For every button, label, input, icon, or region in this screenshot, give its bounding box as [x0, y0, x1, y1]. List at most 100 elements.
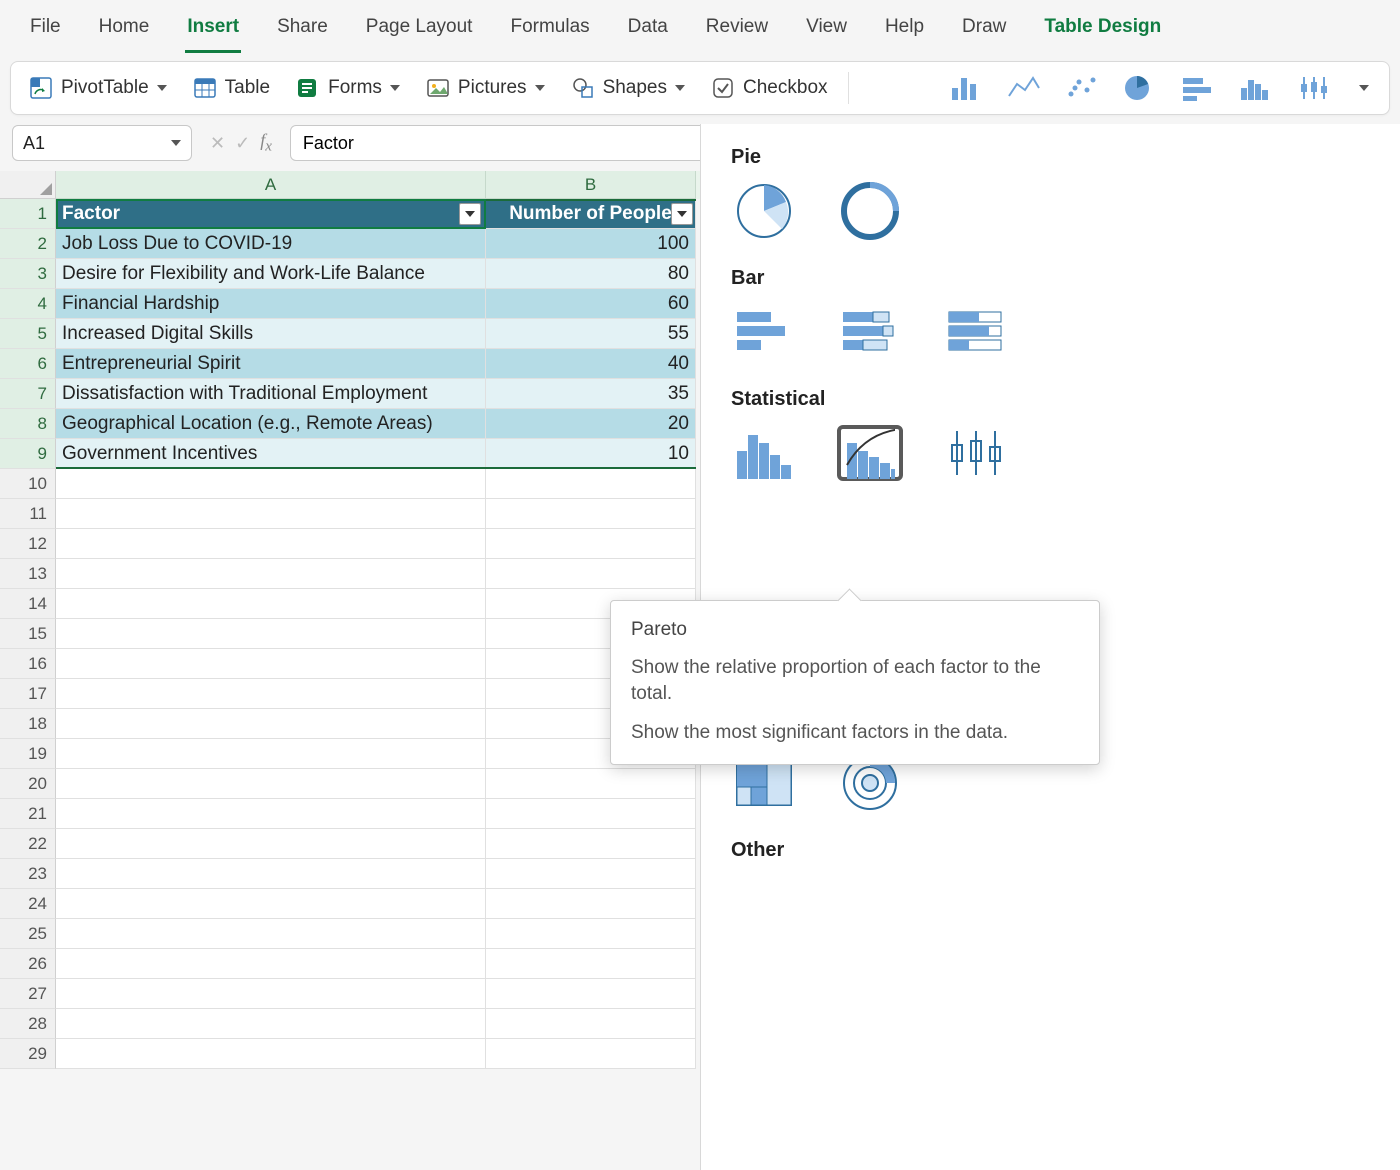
cell[interactable]	[56, 919, 486, 949]
cell-factor[interactable]: Increased Digital Skills	[56, 319, 486, 349]
cell[interactable]	[56, 619, 486, 649]
cell-count[interactable]: 40	[486, 349, 696, 379]
cell[interactable]	[486, 799, 696, 829]
cell[interactable]	[486, 979, 696, 1009]
pie-chart-option[interactable]	[731, 183, 797, 239]
tab-view[interactable]: View	[804, 6, 849, 53]
cell-factor[interactable]: Entrepreneurial Spirit	[56, 349, 486, 379]
tab-help[interactable]: Help	[883, 6, 926, 53]
cell[interactable]	[56, 889, 486, 919]
cell[interactable]	[56, 739, 486, 769]
row-header[interactable]: 5	[0, 319, 56, 349]
cell[interactable]	[56, 1039, 486, 1069]
row-header[interactable]: 20	[0, 769, 56, 799]
cell[interactable]	[56, 529, 486, 559]
cell[interactable]	[56, 679, 486, 709]
cell-factor[interactable]: Job Loss Due to COVID-19	[56, 229, 486, 259]
shapes-button[interactable]: Shapes	[561, 70, 695, 106]
row-header[interactable]: 8	[0, 409, 56, 439]
cell-count[interactable]: 35	[486, 379, 696, 409]
column-chart-icon[interactable]	[949, 74, 983, 102]
row-header[interactable]: 18	[0, 709, 56, 739]
cell-factor[interactable]: Dissatisfaction with Traditional Employm…	[56, 379, 486, 409]
cell[interactable]	[486, 919, 696, 949]
cell[interactable]	[56, 709, 486, 739]
row-header[interactable]: 22	[0, 829, 56, 859]
pareto-option[interactable]	[837, 425, 903, 481]
row-header[interactable]: 1	[0, 199, 56, 229]
cell[interactable]	[56, 799, 486, 829]
row-header[interactable]: 14	[0, 589, 56, 619]
histogram-chart-icon[interactable]	[1239, 74, 1273, 102]
select-all-triangle[interactable]	[0, 171, 56, 199]
row-header[interactable]: 19	[0, 739, 56, 769]
tab-share[interactable]: Share	[275, 6, 330, 53]
stacked-bar-option[interactable]	[837, 304, 903, 360]
cell-count[interactable]: 10	[486, 439, 696, 469]
tab-data[interactable]: Data	[626, 6, 670, 53]
cell[interactable]	[56, 769, 486, 799]
row-header[interactable]: 7	[0, 379, 56, 409]
cell[interactable]	[56, 859, 486, 889]
column-header-b[interactable]: B	[486, 171, 696, 199]
histogram-option[interactable]	[731, 425, 797, 481]
tab-file[interactable]: File	[28, 6, 63, 53]
cell-factor[interactable]: Desire for Flexibility and Work-Life Bal…	[56, 259, 486, 289]
cell[interactable]	[486, 1039, 696, 1069]
row-header[interactable]: 25	[0, 919, 56, 949]
cell[interactable]	[486, 499, 696, 529]
cell-factor[interactable]: Financial Hardship	[56, 289, 486, 319]
cell-count[interactable]: 60	[486, 289, 696, 319]
cell[interactable]	[486, 469, 696, 499]
cell-factor[interactable]: Geographical Location (e.g., Remote Area…	[56, 409, 486, 439]
cell[interactable]	[56, 979, 486, 1009]
row-header[interactable]: 3	[0, 259, 56, 289]
row-header[interactable]: 27	[0, 979, 56, 1009]
pictures-button[interactable]: Pictures	[416, 70, 555, 106]
row-header[interactable]: 13	[0, 559, 56, 589]
tab-page-layout[interactable]: Page Layout	[364, 6, 475, 53]
scatter-chart-icon[interactable]	[1065, 74, 1099, 102]
pivot-table-button[interactable]: PivotTable	[19, 70, 177, 106]
line-chart-icon[interactable]	[1007, 74, 1041, 102]
row-header[interactable]: 12	[0, 529, 56, 559]
filter-dropdown-button[interactable]	[459, 203, 481, 225]
table-header-factor[interactable]: Factor	[56, 199, 486, 229]
row-header[interactable]: 17	[0, 679, 56, 709]
cell[interactable]	[56, 1009, 486, 1039]
cell-count[interactable]: 55	[486, 319, 696, 349]
cell[interactable]	[56, 829, 486, 859]
cell[interactable]	[486, 1009, 696, 1039]
tab-formulas[interactable]: Formulas	[508, 6, 591, 53]
stacked-bar-100-option[interactable]	[943, 304, 1009, 360]
column-header-a[interactable]: A	[56, 171, 486, 199]
cell[interactable]	[486, 949, 696, 979]
row-header[interactable]: 6	[0, 349, 56, 379]
row-header[interactable]: 28	[0, 1009, 56, 1039]
tab-draw[interactable]: Draw	[960, 6, 1008, 53]
cell[interactable]	[486, 769, 696, 799]
row-header[interactable]: 23	[0, 859, 56, 889]
name-box[interactable]: A1	[12, 125, 192, 161]
clustered-bar-option[interactable]	[731, 304, 797, 360]
enter-icon[interactable]: ✓	[235, 133, 250, 154]
row-header[interactable]: 10	[0, 469, 56, 499]
chevron-down-icon[interactable]	[1359, 85, 1369, 91]
cell-count[interactable]: 20	[486, 409, 696, 439]
forms-button[interactable]: Forms	[286, 70, 410, 106]
row-header[interactable]: 16	[0, 649, 56, 679]
cell[interactable]	[56, 559, 486, 589]
cell-factor[interactable]: Government Incentives	[56, 439, 486, 469]
cell[interactable]	[486, 529, 696, 559]
cell[interactable]	[486, 889, 696, 919]
box-whisker-option[interactable]	[943, 425, 1009, 481]
fx-icon[interactable]: fx	[260, 130, 272, 156]
table-button[interactable]: Table	[183, 70, 280, 106]
row-header[interactable]: 29	[0, 1039, 56, 1069]
doughnut-chart-option[interactable]	[837, 183, 903, 239]
cell[interactable]	[56, 649, 486, 679]
cell[interactable]	[56, 589, 486, 619]
table-header-count[interactable]: Number of People	[486, 199, 696, 229]
cell[interactable]	[486, 859, 696, 889]
cell-count[interactable]: 80	[486, 259, 696, 289]
